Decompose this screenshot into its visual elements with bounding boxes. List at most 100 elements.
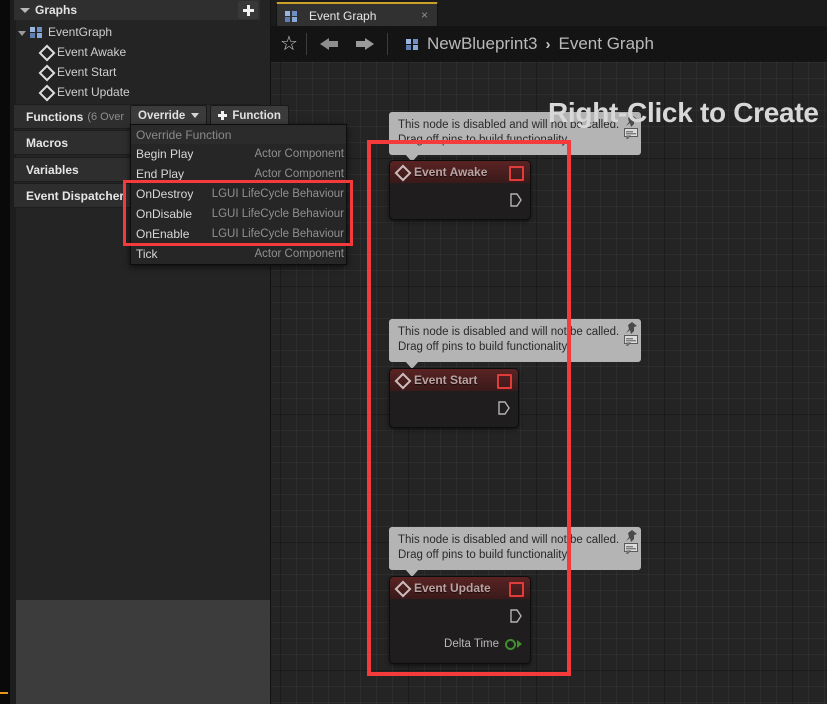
menu-item-onenable[interactable]: OnEnable LGUI LifeCycle Behaviour [131,224,346,244]
arrow-right-icon[interactable] [352,34,374,54]
event-diamond-icon [396,166,409,179]
menu-item-begin-play[interactable]: Begin Play Actor Component [131,144,346,164]
graphs-section-header[interactable]: Graphs [14,0,260,20]
override-dropdown-button[interactable]: Override [130,105,208,126]
unreal-blueprint-editor: Graphs EventGraph Event Awake Event Star… [0,0,827,704]
graphs-tree: EventGraph Event Awake Event Start Event… [14,22,260,102]
exec-output-pin[interactable] [510,609,522,623]
tree-item-eventgraph[interactable]: EventGraph [14,22,260,42]
pin-delta-time[interactable]: Delta Time [444,638,522,650]
graphs-section-title: Graphs [35,3,78,17]
add-function-button[interactable]: Function [210,105,289,126]
chevron-down-icon[interactable] [18,30,26,36]
node-header[interactable]: Event Start [390,369,518,391]
disabled-indicator [497,374,512,389]
menu-item-source: Actor Component [254,168,345,180]
menu-item-label: OnDestroy [136,187,194,201]
node-title: Event Update [414,581,491,595]
graph-icon [285,10,298,22]
category-label: Event Dispatcher [26,188,125,203]
functions-toolbar: Override Function [130,105,289,126]
star-icon[interactable]: ☆ [280,34,298,54]
add-graph-button[interactable] [238,1,258,19]
tree-item-event-awake[interactable]: Event Awake [14,42,260,62]
event-diamond-icon [40,86,53,99]
category-label: Functions [26,109,84,124]
pin-arrow-icon [517,640,522,648]
divider [386,33,388,55]
comment-icon[interactable] [624,128,638,139]
exec-output-pin[interactable] [498,401,510,415]
tab-label: Event Graph [309,9,377,23]
node-title: Event Start [414,373,478,387]
event-diamond-icon [40,46,53,59]
left-edge-strip [0,0,10,704]
category-label: Variables [26,162,79,177]
menu-item-label: OnEnable [136,227,190,241]
divider [305,33,307,55]
node-tooltip-start: This node is disabled and will not be ca… [389,319,641,369]
menu-header: Override Function [131,125,346,144]
menu-item-source: Actor Component [254,248,345,260]
event-diamond-icon [396,374,409,387]
tooltip-line-1: This node is disabled and will not be ca… [398,326,620,338]
chevron-down-icon[interactable] [20,7,30,13]
node-title: Event Awake [414,165,488,179]
pin-icon[interactable] [624,530,638,543]
float-pin-icon[interactable] [505,638,516,650]
tree-item-label: Event Awake [57,45,127,59]
tree-item-label: Event Start [57,65,117,79]
node-header[interactable]: Event Awake [390,161,530,183]
comment-icon[interactable] [624,543,638,554]
tooltip-line-2: Drag off pins to build functionality. [398,134,570,146]
tooltip-line-1: This node is disabled and will not be ca… [398,534,620,546]
left-edge-accent [0,692,8,694]
node-event-awake[interactable]: Event Awake [389,160,531,220]
tree-item-event-start[interactable]: Event Start [14,62,260,82]
tab-bar: Event Graph × [271,0,827,28]
tooltip-line-2: Drag off pins to build functionality. [398,549,570,561]
comment-icon[interactable] [624,335,638,346]
breadcrumb-separator: › [545,35,551,53]
exec-output-pin[interactable] [510,193,522,207]
breadcrumb-graph[interactable]: Event Graph [559,34,654,54]
menu-item-label: OnDisable [136,207,193,221]
override-button-label: Override [138,109,186,122]
menu-item-source: LGUI LifeCycle Behaviour [211,208,344,220]
graph-breadcrumb-bar: ☆ NewBlueprint3 › Event Graph [271,26,827,62]
node-event-start[interactable]: Event Start [389,368,519,428]
tree-item-label: Event Update [57,85,130,99]
menu-item-source: LGUI LifeCycle Behaviour [211,228,344,240]
graph-icon [30,26,43,38]
chevron-down-icon [191,113,200,118]
pin-icon[interactable] [624,322,638,335]
category-count: (6 Over [87,110,125,123]
node-tooltip-update: This node is disabled and will not be ca… [389,527,641,577]
panel-empty-area [16,600,270,704]
menu-item-label: Begin Play [136,147,194,161]
pin-label: Delta Time [444,638,499,650]
category-label: Macros [26,135,69,150]
tab-event-graph[interactable]: Event Graph × [276,2,438,28]
add-function-label: Function [232,109,281,122]
menu-item-ondestroy[interactable]: OnDestroy LGUI LifeCycle Behaviour [131,184,346,204]
plus-icon [242,4,254,16]
override-function-menu[interactable]: Override Function Begin Play Actor Compo… [130,124,347,265]
close-icon[interactable]: × [421,9,428,21]
menu-item-tick[interactable]: Tick Actor Component [131,244,346,264]
menu-item-source: LGUI LifeCycle Behaviour [211,188,344,200]
breadcrumb-blueprint[interactable]: NewBlueprint3 [427,34,538,54]
menu-item-label: Tick [136,247,158,261]
menu-item-ondisable[interactable]: OnDisable LGUI LifeCycle Behaviour [131,204,346,224]
menu-item-label: End Play [136,167,185,181]
node-event-update[interactable]: Event Update Delta Time [389,576,531,664]
disabled-indicator [509,166,524,181]
menu-item-end-play[interactable]: End Play Actor Component [131,164,346,184]
plus-icon [218,111,228,120]
canvas-hint-text: Right-Click to Create [548,97,819,128]
event-diamond-icon [396,582,409,595]
node-header[interactable]: Event Update [390,577,530,599]
arrow-left-icon[interactable] [319,34,342,54]
tree-item-event-update[interactable]: Event Update [14,82,260,102]
menu-item-source: Actor Component [254,148,345,160]
